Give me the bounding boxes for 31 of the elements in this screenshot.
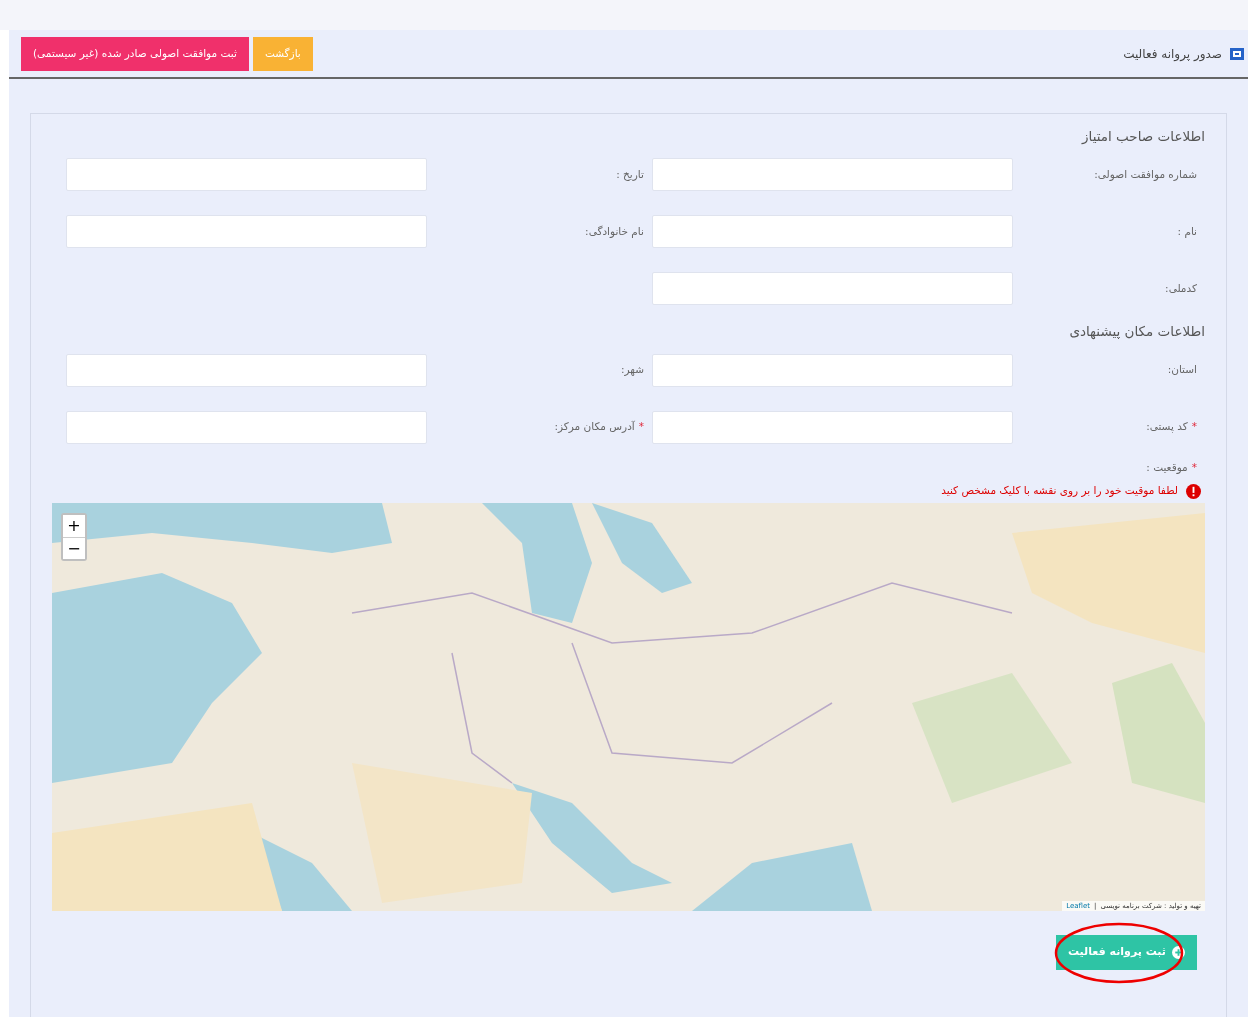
field-label: نام خانوادگی: [585, 223, 644, 240]
input-field[interactable] [652, 410, 1013, 444]
input-field[interactable] [66, 410, 427, 444]
field-label: کد پستی: [1146, 419, 1188, 435]
section-title: اطلاعات مکان پیشنهادی [1068, 322, 1205, 342]
input-field[interactable] [66, 353, 427, 387]
section-title: اطلاعات صاحب امتیاز [1080, 127, 1205, 146]
input-field[interactable] [652, 158, 1013, 192]
input-field[interactable] [652, 215, 1013, 249]
flag-icon [1230, 47, 1244, 60]
page-title: صدور پروانه فعالیت [1123, 45, 1222, 63]
plus-circle-icon [1172, 946, 1185, 959]
input-field[interactable] [652, 353, 1013, 387]
input-field[interactable] [652, 272, 1013, 306]
field-label: نام : [1177, 223, 1197, 240]
register-button[interactable]: ثبت موافقت اصولی صادر شده (غیر سیستمی) [21, 36, 249, 71]
zoom-out-button[interactable]: − [63, 537, 85, 559]
required-mark: * [638, 419, 644, 435]
field-label: شهر: [621, 362, 644, 378]
error-icon [1186, 483, 1201, 499]
error-message: لطفا موقیت خود را بر روی نقشه با کلیک مشخص کنید [941, 483, 1178, 499]
field-label: موقعیت : [1146, 459, 1188, 476]
input-field[interactable] [66, 215, 427, 249]
field-label: استان: [1167, 362, 1197, 378]
required-mark: * [1191, 419, 1197, 435]
field-label: تاریخ : [616, 166, 644, 183]
input-field[interactable] [66, 158, 427, 192]
field-label: آدرس مکان مرکز: [554, 419, 635, 435]
field-label: کدملی: [1165, 280, 1197, 296]
required-mark: * [1191, 459, 1197, 475]
field-label: شماره موافقت اصولی: [1094, 166, 1197, 183]
